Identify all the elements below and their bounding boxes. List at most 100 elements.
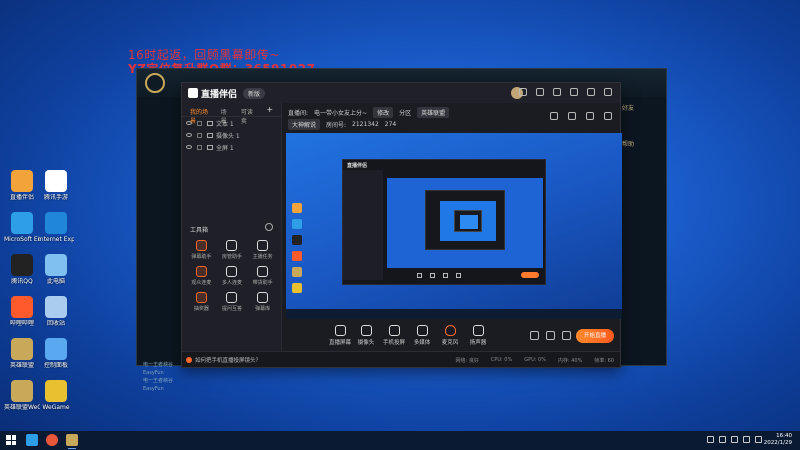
- desktop-icon[interactable]: 腾讯QQ: [4, 254, 40, 285]
- eye-icon[interactable]: [186, 145, 192, 149]
- desktop-icon-label: 此电脑: [46, 278, 65, 285]
- preview-taskbar: [286, 309, 622, 319]
- desktop-icon[interactable]: Internet Explorer: [38, 212, 74, 243]
- lol-side-item[interactable]: [622, 121, 660, 131]
- chrome-taskbar-icon[interactable]: [46, 434, 58, 446]
- tab-my-scene[interactable]: 我的场景: [190, 107, 211, 125]
- scene-tabs: 我的场景 场景 可读卖 +: [182, 103, 281, 125]
- desktop-icon[interactable]: 直播伴侣: [4, 170, 40, 201]
- toolbox-more-icon[interactable]: [265, 223, 273, 231]
- record-icon[interactable]: [530, 331, 539, 340]
- version-badge[interactable]: 新版: [243, 87, 266, 99]
- close-icon[interactable]: [604, 88, 612, 96]
- taskbar-clock[interactable]: 16:40 2022/1/29: [764, 433, 792, 447]
- tool-item[interactable]: 弹幕助手: [186, 240, 217, 260]
- desktop-icon[interactable]: MicroSoft Edge: [4, 212, 40, 243]
- tool-item[interactable]: 观众连麦: [186, 266, 217, 286]
- tool-grid: 弹幕助手 房管助手 主播任务观众连麦 多人连麦 带货助手抽奖器 提问互答 弹幕库: [186, 240, 278, 312]
- preview-icon: [292, 267, 302, 277]
- lol-side-item[interactable]: 帮助: [622, 139, 660, 149]
- desktop-icon[interactable]: 英雄联盟WeGame: [4, 380, 40, 411]
- desktop-icon-label: 英雄联盟: [9, 362, 34, 369]
- network-icon[interactable]: [731, 436, 738, 443]
- tag-value[interactable]: 大神解说: [288, 119, 321, 130]
- tool-icon: [226, 240, 238, 251]
- gift-icon[interactable]: [550, 112, 558, 120]
- app-icon: [11, 380, 33, 402]
- tool-item[interactable]: 带货助手: [247, 266, 278, 286]
- category-value[interactable]: 英雄联盟: [417, 107, 450, 118]
- status-stat: CPU: 0%: [490, 357, 513, 363]
- lol-side-item[interactable]: [622, 175, 660, 185]
- tool-item[interactable]: 抽奖器: [186, 292, 217, 312]
- tab-scene[interactable]: 场景: [221, 107, 231, 125]
- eye-icon[interactable]: [186, 121, 192, 125]
- gear-icon[interactable]: [562, 331, 571, 340]
- desktop-icon[interactable]: WeGame: [38, 380, 74, 411]
- control-icon: [334, 325, 346, 336]
- volume-icon[interactable]: [743, 436, 750, 443]
- tool-item[interactable]: 主播任务: [247, 240, 278, 260]
- desktop-icon[interactable]: 腾讯手游: [38, 170, 74, 201]
- tool-label: 提问互答: [221, 306, 242, 312]
- tool-item[interactable]: 提问互答: [217, 292, 248, 312]
- tool-item[interactable]: 弹幕库: [247, 292, 278, 312]
- minimize-icon[interactable]: [570, 88, 578, 96]
- tab-other[interactable]: 可读卖: [241, 107, 256, 125]
- control-button[interactable]: 摄像头: [351, 325, 381, 346]
- start-live-button[interactable]: 开始直播: [576, 329, 614, 343]
- edit-title-button[interactable]: 修改: [373, 107, 394, 118]
- add-source-button[interactable]: +: [266, 106, 273, 114]
- desktop-icon[interactable]: 控制面板: [38, 338, 74, 369]
- nested-preview: [387, 178, 543, 268]
- source-item[interactable]: 摄像头 1: [182, 129, 281, 141]
- control-label: 手机投屏: [382, 340, 405, 346]
- shop-icon[interactable]: [568, 112, 576, 120]
- preview-icon: [292, 235, 302, 245]
- desktop-icon[interactable]: 英雄联盟: [4, 338, 40, 369]
- lol-logo-icon[interactable]: [145, 73, 165, 93]
- lol-side-item[interactable]: [622, 157, 660, 167]
- preview-icon: [292, 219, 302, 229]
- preview-icon: [292, 203, 302, 213]
- lol-taskbar-icon[interactable]: [66, 434, 78, 449]
- tool-label: 弹幕助手: [191, 254, 212, 260]
- tool-label: 房管助手: [221, 254, 242, 260]
- share-icon[interactable]: [604, 112, 612, 120]
- lock-icon[interactable]: [197, 132, 202, 138]
- tray-icon[interactable]: [707, 436, 714, 443]
- maximize-icon[interactable]: [587, 88, 595, 96]
- app-logo-text: 直播伴侣: [201, 89, 238, 100]
- source-item[interactable]: 文本 1: [182, 117, 281, 129]
- visibility-icon[interactable]: [546, 331, 555, 340]
- category-label: 分区: [399, 110, 412, 117]
- status-tip-text[interactable]: 如何把手机直播投屏镜头？: [195, 356, 261, 364]
- desktop-icon[interactable]: 此电脑: [38, 254, 74, 285]
- fans-count: 274: [384, 121, 397, 128]
- desktop-icon[interactable]: 回收站: [38, 296, 74, 327]
- control-button[interactable]: 扬声器: [463, 325, 493, 346]
- app-icon: [45, 338, 67, 360]
- control-button[interactable]: 多媒体: [407, 325, 437, 346]
- tool-item[interactable]: 房管助手: [217, 240, 248, 260]
- settings-icon[interactable]: [536, 88, 544, 96]
- data-icon[interactable]: [586, 112, 594, 120]
- source-item[interactable]: 全屏 1: [182, 141, 281, 153]
- desktop-icon[interactable]: 哔哩哔哩: [4, 296, 40, 327]
- control-button[interactable]: 手机投屏: [379, 325, 409, 346]
- eye-icon[interactable]: [186, 133, 192, 137]
- control-label: 麦克风: [441, 340, 459, 346]
- lock-icon[interactable]: [197, 144, 202, 150]
- stream-preview[interactable]: 直播伴侣: [286, 133, 622, 319]
- tray-icon[interactable]: [719, 436, 726, 443]
- message-icon[interactable]: [519, 88, 527, 96]
- ime-icon[interactable]: [755, 436, 762, 443]
- lock-icon[interactable]: [197, 120, 202, 126]
- menu-icon[interactable]: [553, 88, 561, 96]
- tool-label: 弹幕库: [255, 306, 271, 312]
- control-button[interactable]: 麦克风: [435, 325, 465, 346]
- windows-start-icon[interactable]: [6, 435, 16, 445]
- lol-side-item[interactable]: 好友: [622, 103, 660, 113]
- tool-item[interactable]: 多人连麦: [217, 266, 248, 286]
- edge-taskbar-icon[interactable]: [26, 434, 38, 446]
